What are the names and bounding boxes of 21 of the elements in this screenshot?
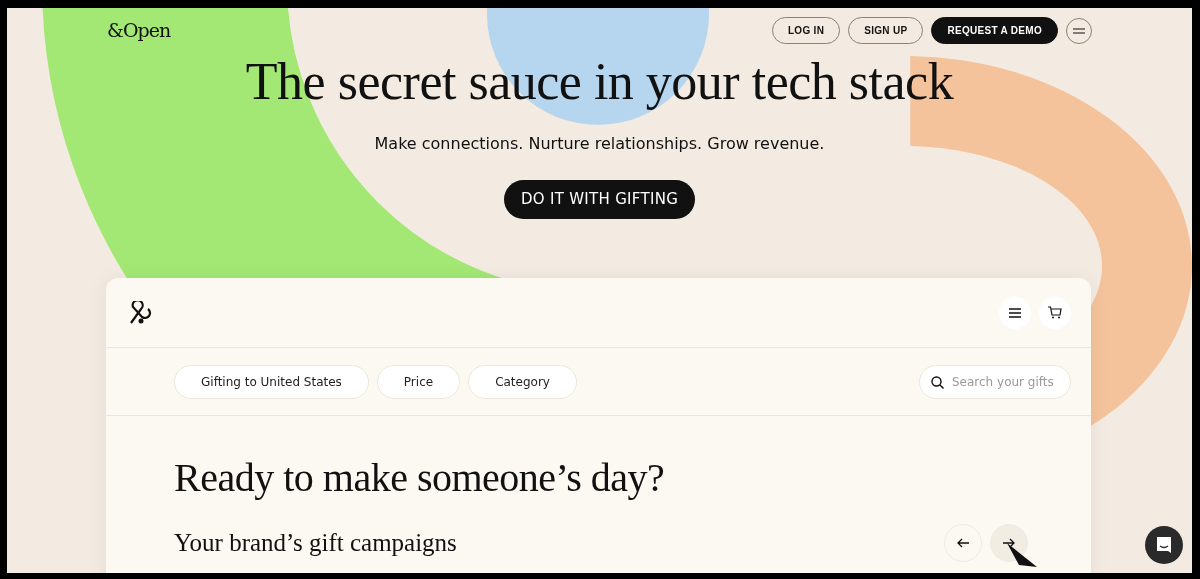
filter-button[interactable]: Category	[468, 364, 577, 399]
filter-button[interactable]: Price	[376, 364, 461, 399]
section-subheading: Your brand’s gift campaigns	[174, 528, 457, 558]
next-button[interactable]	[990, 524, 1028, 562]
section-heading: Ready to make someone’s day?	[174, 454, 666, 502]
search-field[interactable]: Search your gifts	[919, 364, 1071, 399]
menu-icon	[1009, 307, 1021, 318]
hero-title: The secret sauce in your tech stack	[244, 53, 955, 111]
chat-button[interactable]	[1145, 526, 1183, 564]
menu-icon	[1073, 27, 1085, 34]
filter-button[interactable]: Gifting to United States	[174, 364, 369, 399]
left-arrow-icon	[957, 538, 969, 548]
chat-icon	[1155, 536, 1173, 554]
cta-button[interactable]: DO IT WITH GIFTING	[503, 180, 696, 219]
cart-button[interactable]	[1039, 296, 1071, 329]
hero-subtitle: Make connections. Nurture relationships. Grow revenue.	[373, 133, 826, 156]
brand-logo[interactable]: &Open	[107, 16, 171, 45]
right-arrow-icon	[1003, 538, 1015, 548]
menu-button[interactable]	[999, 296, 1031, 329]
demo-button[interactable]: REQUEST A DEMO	[931, 17, 1058, 44]
cart-icon	[1048, 306, 1062, 319]
